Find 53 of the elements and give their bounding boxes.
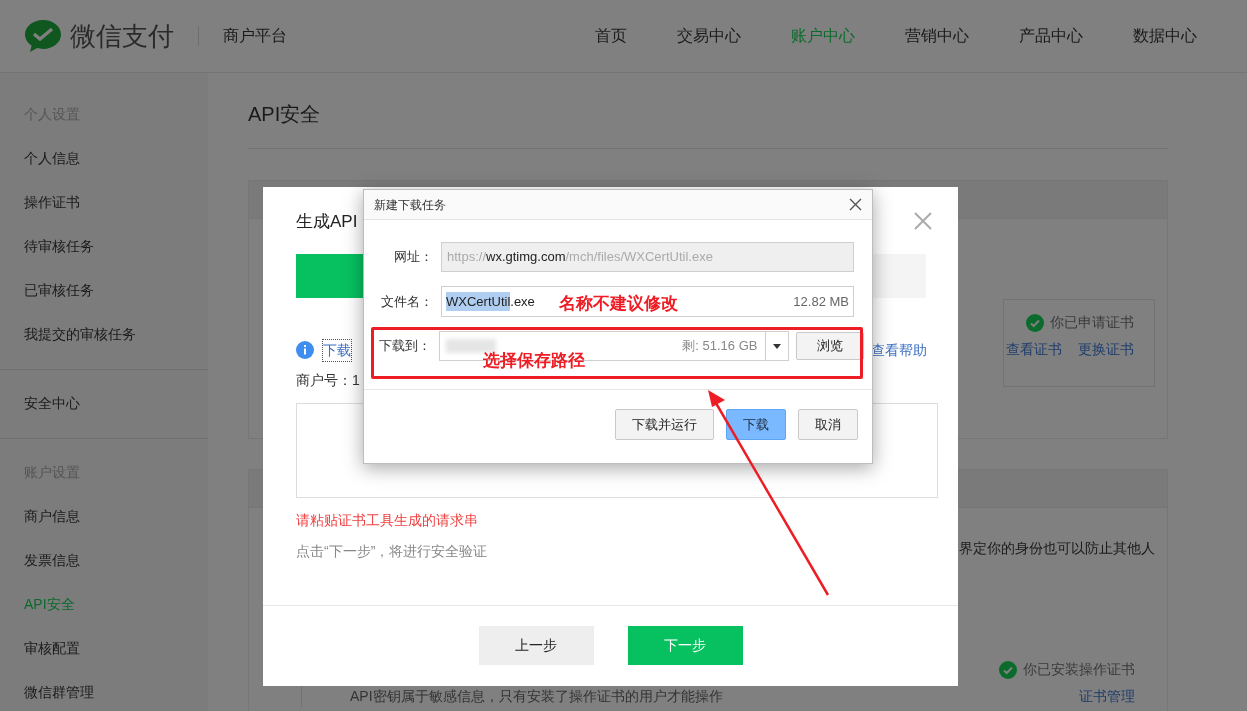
sidebar-item[interactable]: 微信群管理 xyxy=(24,677,184,711)
nav-link[interactable]: 首页 xyxy=(595,24,627,48)
url-field[interactable]: https://wx.gtimg.com/mch/files/WXCertUtil.exe xyxy=(441,242,854,272)
field-label: 文件名： xyxy=(380,292,434,311)
hint-text: 点击“下一步”，将进行安全验证 xyxy=(296,541,489,561)
nav-link[interactable]: 数据中心 xyxy=(1133,24,1197,48)
platform-name: 商户平台 xyxy=(223,26,287,46)
sidebar-item[interactable]: 个人信息 xyxy=(24,143,184,187)
dialog-button[interactable]: 下载并运行 xyxy=(615,409,714,440)
sidebar-item[interactable]: 操作证书 xyxy=(24,187,184,231)
status-text: 你已申请证书 xyxy=(1050,313,1134,332)
field-label: 网址： xyxy=(393,248,434,267)
page-title: API安全 xyxy=(248,99,1168,149)
dialog-title: 新建下载任务 xyxy=(374,196,446,214)
field-label: 下载到： xyxy=(378,337,433,356)
sidebar-item[interactable]: 待审核任务 xyxy=(24,231,184,275)
close-icon[interactable] xyxy=(849,198,862,211)
link[interactable]: 查看证书 xyxy=(1006,339,1062,360)
description-text: API密钥属于敏感信息，只有安装了操作证书的用户才能操作 xyxy=(350,687,723,706)
chat-check-logo-icon xyxy=(24,19,62,53)
check-icon xyxy=(1026,313,1044,332)
link[interactable]: 更换证书 xyxy=(1078,339,1134,360)
browse-button[interactable]: 浏览 xyxy=(795,332,864,360)
back-button[interactable]: 上一步 xyxy=(478,625,594,665)
caret-icon xyxy=(773,343,782,349)
blurred-path xyxy=(446,339,497,353)
sidebar-item[interactable]: 商户信息 xyxy=(24,501,184,545)
download-link[interactable]: 下载 xyxy=(322,338,352,362)
nav-link[interactable]: 交易中心 xyxy=(677,24,741,48)
download-button[interactable]: 下载 xyxy=(726,409,786,440)
nav-link[interactable]: 营销中心 xyxy=(905,24,969,48)
sidebar-item[interactable]: 已审核任务 xyxy=(24,275,184,319)
dialog-button[interactable]: 取消 xyxy=(798,409,858,440)
modal-title: 生成API xyxy=(296,211,358,233)
brand-name: 微信支付 xyxy=(70,19,174,53)
sidebar-item[interactable]: 发票信息 xyxy=(24,545,184,589)
status-text: 你已安装操作证书 xyxy=(1023,660,1135,679)
info-icon xyxy=(296,341,314,359)
sidebar-item[interactable]: 我提交的审核任务 xyxy=(24,319,184,363)
file-size: 12.82 MB xyxy=(793,292,849,311)
merchant-label: 商户号： xyxy=(296,370,352,390)
check-icon xyxy=(999,660,1017,679)
merchant-id: 1 xyxy=(352,370,360,390)
link[interactable]: 证书管理 xyxy=(1079,686,1135,707)
sidebar-item[interactable]: 安全中心 xyxy=(24,388,184,432)
description-text: 界定你的身份也可以防止其他人 xyxy=(959,539,1155,558)
next-button[interactable]: 下一步 xyxy=(627,625,743,665)
dropdown-button[interactable] xyxy=(766,331,789,361)
nav-link[interactable]: 产品中心 xyxy=(1019,24,1083,48)
free-space: 剩: 51.16 GB xyxy=(682,337,758,356)
annotation-text: 名称不建议修改 xyxy=(559,293,678,315)
error-text: 请粘贴证书工具生成的请求串 xyxy=(296,510,479,530)
sidebar-item[interactable]: 审核配置 xyxy=(24,633,184,677)
